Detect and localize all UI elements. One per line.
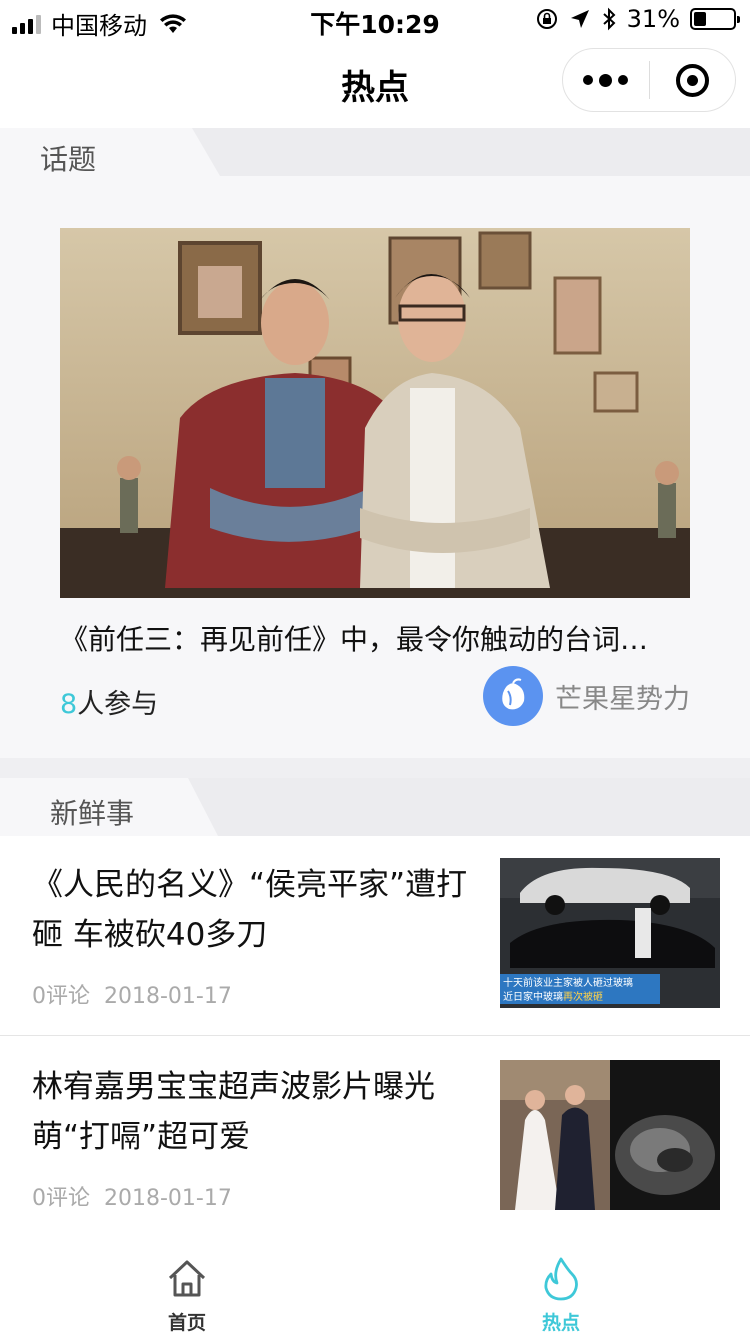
news-thumbnail[interactable]	[500, 1060, 720, 1210]
news-section-header: 新鲜事	[0, 778, 750, 836]
topic-photo	[60, 228, 690, 598]
topic-section: 话题 《前任三：再见前任》中，最令你触动的台词… 8人参与 芒果星势力	[0, 128, 750, 758]
mini-program-capsule	[562, 48, 736, 112]
more-button[interactable]	[563, 48, 649, 112]
battery-percent: 31%	[626, 5, 680, 33]
section-gap	[0, 758, 750, 778]
more-dot-icon	[618, 75, 629, 85]
tab-hot[interactable]: 热点	[501, 1256, 621, 1334]
news-title[interactable]: 《人民的名义》“侯亮平家”遭打砸 车被砍40多刀	[32, 860, 482, 960]
participants-suffix: 人参与	[77, 689, 159, 720]
bluetooth-icon	[602, 7, 616, 31]
more-dot-icon	[599, 73, 613, 87]
news-section-label: 新鲜事	[50, 797, 135, 830]
flame-icon	[501, 1256, 621, 1302]
news-meta: 0评论 2018-01-17	[32, 1180, 232, 1212]
section-tab	[0, 128, 220, 176]
tab-hot-label: 热点	[541, 1312, 580, 1334]
news-thumbnail-image: 十天前该业主家被人砸过玻璃 近日家中玻璃再次被砸	[500, 858, 720, 1008]
thumb-caption-line-2a: 近日家中玻璃	[503, 990, 563, 1003]
close-target-icon	[675, 63, 709, 97]
news-meta: 0评论 2018-01-17	[32, 978, 232, 1010]
topic-author[interactable]: 芒果星势力	[483, 666, 690, 726]
thumb-caption-line-1: 十天前该业主家被人砸过玻璃	[503, 976, 633, 989]
news-date: 2018-01-17	[104, 1186, 232, 1211]
nav-bar: 热点	[0, 40, 750, 128]
close-button[interactable]	[650, 48, 736, 112]
participants-count: 8人参与	[60, 682, 158, 721]
news-comments: 0评论	[32, 984, 90, 1009]
tab-bar: 首页 热点	[0, 1238, 750, 1334]
tab-home-label: 首页	[167, 1312, 206, 1334]
news-title[interactable]: 林宥嘉男宝宝超声波影片曝光 萌“打嗝”超可爱	[32, 1062, 482, 1162]
news-comments: 0评论	[32, 1186, 90, 1211]
location-icon	[570, 10, 589, 28]
status-bar: 中国移动 下午10:29 31%	[0, 0, 750, 40]
topic-section-label: 话题	[40, 143, 97, 176]
topic-title[interactable]: 《前任三：再见前任》中，最令你触动的台词…	[60, 618, 700, 658]
author-name: 芒果星势力	[555, 683, 690, 715]
author-avatar	[483, 666, 543, 726]
tab-home[interactable]: 首页	[127, 1256, 247, 1334]
news-item[interactable]: 《人民的名义》“侯亮平家”遭打砸 车被砍40多刀 0评论 2018-01-17 十…	[0, 836, 750, 1036]
news-thumbnail-image	[500, 1060, 720, 1210]
topic-image[interactable]	[60, 228, 690, 598]
home-icon	[127, 1256, 247, 1302]
participants-number: 8	[60, 689, 78, 720]
battery-icon	[690, 8, 740, 30]
rotation-lock-icon	[536, 9, 557, 29]
mango-icon	[502, 678, 525, 710]
more-dot-icon	[583, 75, 594, 85]
thumb-caption-line-2: 近日家中玻璃再次被砸	[503, 990, 603, 1003]
thumb-caption-highlight: 再次被砸	[563, 990, 603, 1003]
news-thumbnail[interactable]: 十天前该业主家被人砸过玻璃 近日家中玻璃再次被砸	[500, 858, 720, 1008]
news-date: 2018-01-17	[104, 984, 232, 1009]
news-item[interactable]: 林宥嘉男宝宝超声波影片曝光 萌“打嗝”超可爱 0评论 2018-01-17	[0, 1038, 750, 1238]
status-right: 31%	[535, 5, 740, 33]
